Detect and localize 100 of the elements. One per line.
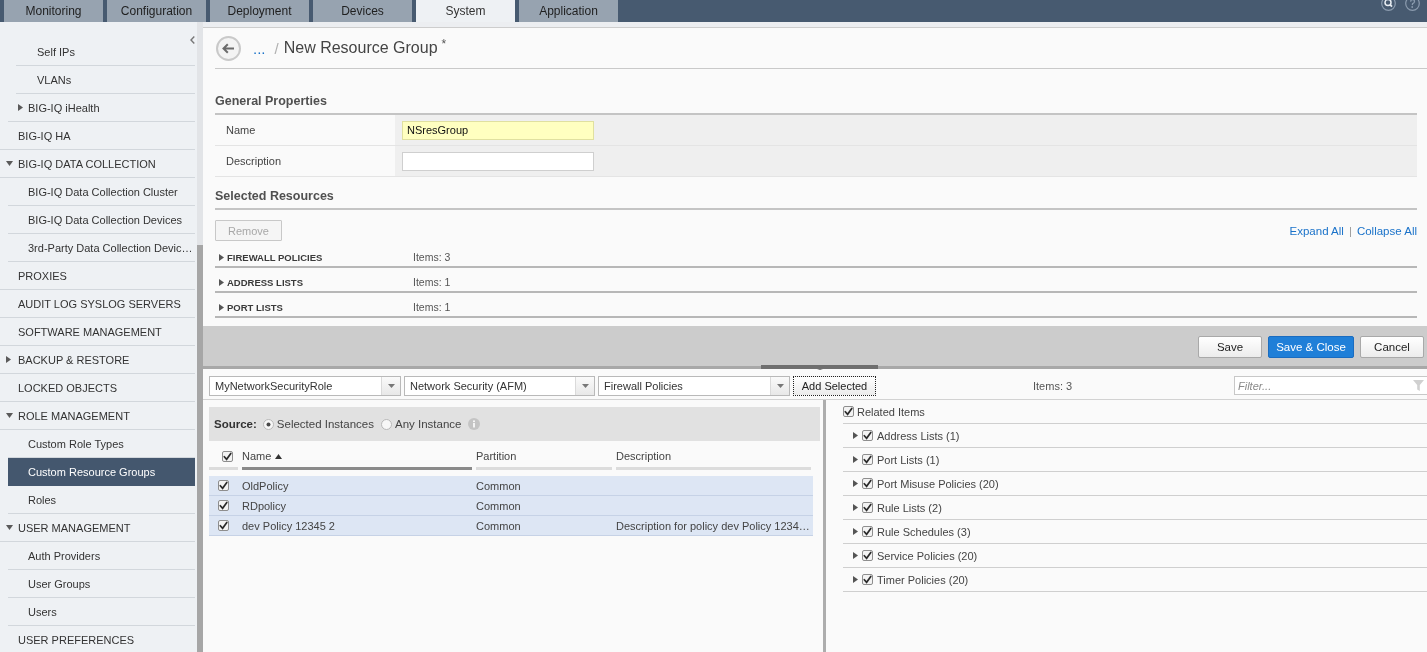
- tree-item-label[interactable]: Port Misuse Policies (20): [877, 477, 999, 490]
- caret-right-icon[interactable]: [853, 528, 858, 535]
- sidebar-item[interactable]: PROXIES: [0, 262, 195, 290]
- select-all-checkbox[interactable]: [222, 450, 233, 462]
- tree-item-label[interactable]: Related Items: [857, 405, 925, 418]
- radio-label[interactable]: Any Instance: [395, 418, 462, 430]
- table-row[interactable]: RDpolicy Common: [209, 496, 813, 516]
- caret-right-icon[interactable]: [219, 253, 224, 261]
- column-header[interactable]: Description: [616, 445, 811, 470]
- item-count: Items: 1: [413, 300, 451, 314]
- checkbox[interactable]: [862, 502, 873, 513]
- checkbox[interactable]: [862, 430, 873, 441]
- action-button[interactable]: Cancel: [1360, 336, 1424, 358]
- table-row[interactable]: dev Policy 12345 2 Common Description for policy dev Policy 1234…: [209, 516, 813, 536]
- radio-button[interactable]: [381, 418, 392, 430]
- action-button[interactable]: Save: [1198, 336, 1262, 358]
- dropdown[interactable]: Firewall Policies: [598, 376, 790, 396]
- sidebar-item[interactable]: BIG-IQ iHealth: [8, 94, 195, 122]
- sidebar-item[interactable]: USER PREFERENCES: [0, 626, 195, 652]
- sidebar-item[interactable]: Users: [8, 598, 195, 626]
- sidebar-item[interactable]: Roles: [8, 486, 195, 514]
- sidebar-item[interactable]: AUDIT LOG SYSLOG SERVERS: [0, 290, 195, 318]
- table-cell-text: OldPolicy: [242, 479, 290, 492]
- sidebar-item[interactable]: User Groups: [8, 570, 195, 598]
- checkbox[interactable]: [218, 520, 229, 531]
- group-title[interactable]: PORT LISTS: [227, 301, 283, 313]
- caret-right-icon[interactable]: [853, 552, 858, 559]
- search-icon[interactable]: [1381, 0, 1396, 11]
- sidebar-item[interactable]: Custom Resource Groups: [8, 458, 195, 486]
- add-selected-button[interactable]: Add Selected: [793, 376, 876, 396]
- checkbox[interactable]: [862, 454, 873, 465]
- sidebar-item[interactable]: Self IPs: [16, 38, 195, 66]
- text-link[interactable]: Collapse All: [1356, 224, 1417, 237]
- tree-item-label[interactable]: Address Lists (1): [877, 429, 960, 442]
- nav-tab[interactable]: Monitoring: [4, 0, 103, 22]
- sidebar-item[interactable]: Auth Providers: [8, 542, 195, 570]
- sidebar-item[interactable]: 3rd-Party Data Collection Devic…: [8, 234, 195, 262]
- sidebar-item[interactable]: BACKUP & RESTORE: [0, 346, 195, 374]
- breadcrumb-link[interactable]: ...: [253, 39, 266, 57]
- checkbox[interactable]: [862, 550, 873, 561]
- tree-item-label[interactable]: Service Policies (20): [877, 549, 978, 562]
- caret-right-icon[interactable]: [853, 576, 858, 583]
- dropdown[interactable]: MyNetworkSecurityRole: [209, 376, 401, 396]
- caret-down-icon[interactable]: [6, 413, 13, 418]
- nav-tab[interactable]: Devices: [313, 0, 412, 22]
- caret-right-icon[interactable]: [18, 104, 23, 111]
- caret-down-icon[interactable]: [6, 525, 13, 530]
- table-cell-text: Common: [476, 479, 522, 492]
- sidebar-item[interactable]: VLANs: [16, 66, 195, 94]
- sidebar-item[interactable]: LOCKED OBJECTS: [0, 374, 195, 402]
- tree-item-label[interactable]: Port Lists (1): [877, 453, 940, 466]
- checkbox[interactable]: [843, 406, 854, 417]
- column-header[interactable]: Partition: [476, 445, 612, 470]
- checkbox[interactable]: [218, 480, 229, 491]
- help-icon[interactable]: [1405, 0, 1420, 11]
- caret-right-icon[interactable]: [219, 278, 224, 286]
- sidebar-item[interactable]: ROLE MANAGEMENT: [0, 402, 195, 430]
- sidebar-item[interactable]: BIG-IQ DATA COLLECTION: [0, 150, 195, 178]
- table-row[interactable]: OldPolicy Common: [209, 476, 813, 496]
- caret-right-icon[interactable]: [853, 504, 858, 511]
- caret-right-icon[interactable]: [853, 432, 858, 439]
- sidebar-item[interactable]: BIG-IQ Data Collection Cluster: [8, 178, 195, 206]
- nav-tab[interactable]: Application: [519, 0, 618, 22]
- tree-item-label[interactable]: Rule Schedules (3): [877, 525, 971, 538]
- tree-item-label[interactable]: Timer Policies (20): [877, 573, 969, 586]
- text-link[interactable]: Expand All: [1289, 224, 1344, 237]
- scrollbar[interactable]: [197, 22, 203, 652]
- radio-label[interactable]: Selected Instances: [276, 418, 374, 430]
- sidebar-item[interactable]: SOFTWARE MANAGEMENT: [0, 318, 195, 346]
- checkbox[interactable]: [218, 500, 229, 511]
- caret-right-icon[interactable]: [6, 356, 11, 363]
- caret-right-icon[interactable]: [853, 456, 858, 463]
- filter-field[interactable]: Filter...: [1234, 376, 1427, 395]
- tree-item-label[interactable]: Rule Lists (2): [877, 501, 942, 514]
- dropdown[interactable]: Network Security (AFM): [404, 376, 595, 396]
- caret-right-icon[interactable]: [219, 303, 224, 311]
- caret-down-icon[interactable]: [6, 161, 13, 166]
- field-label: Description: [226, 155, 282, 167]
- sidebar-item[interactable]: BIG-IQ Data Collection Devices: [8, 206, 195, 234]
- group-title[interactable]: FIREWALL POLICIES: [227, 251, 323, 263]
- group-title[interactable]: ADDRESS LISTS: [227, 276, 303, 288]
- sidebar-item[interactable]: BIG-IQ HA: [0, 122, 195, 150]
- checkbox[interactable]: [862, 478, 873, 489]
- text-field[interactable]: [402, 151, 594, 171]
- splitter-handle[interactable]: [761, 365, 878, 370]
- nav-tab[interactable]: System: [416, 0, 515, 22]
- action-button[interactable]: Save & Close: [1268, 336, 1354, 358]
- text-field[interactable]: NSresGroup: [402, 120, 594, 140]
- nav-tab[interactable]: Configuration: [107, 0, 206, 22]
- table-cell-text: Common: [476, 519, 522, 532]
- checkbox[interactable]: [862, 526, 873, 537]
- caret-right-icon[interactable]: [853, 480, 858, 487]
- nav-tab[interactable]: Deployment: [210, 0, 309, 22]
- table-cell-text: Common: [476, 499, 522, 512]
- checkbox[interactable]: [862, 574, 873, 585]
- sidebar-item[interactable]: USER MANAGEMENT: [0, 514, 195, 542]
- chevron-left-icon[interactable]: [190, 36, 195, 44]
- back-icon[interactable]: [216, 35, 241, 61]
- radio-button[interactable]: [262, 418, 274, 430]
- column-header[interactable]: Name: [242, 445, 472, 470]
